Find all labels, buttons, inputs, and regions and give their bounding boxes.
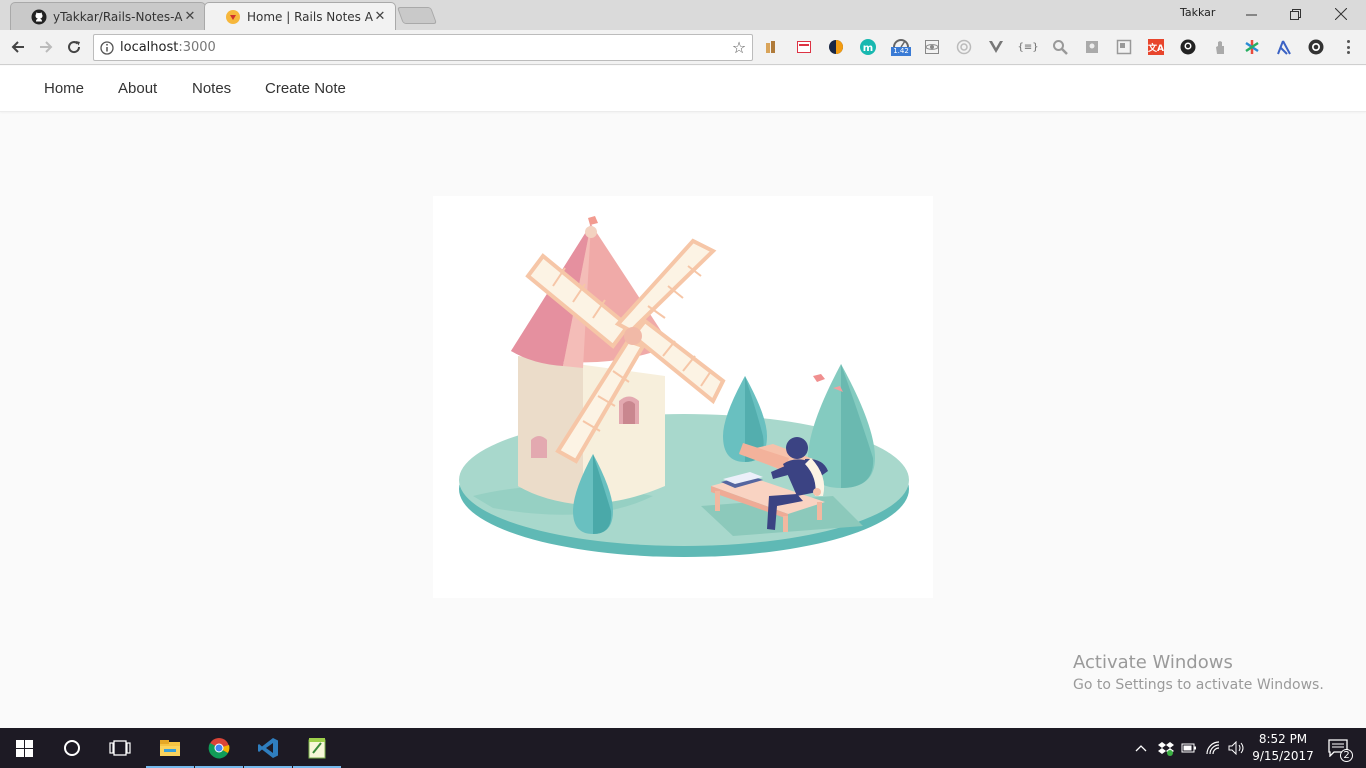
tab-close-icon[interactable]: ✕ (183, 9, 197, 24)
activate-windows-title: Activate Windows (1073, 652, 1233, 673)
extension-clipper-icon[interactable] (795, 38, 813, 56)
hero-illustration-card (433, 196, 933, 598)
tab-strip: yTakkar/Rails-Notes-App ✕ Home | Rails N… (0, 0, 1366, 30)
extension-badge: 1.42 (891, 46, 911, 56)
notification-count: 2 (1340, 749, 1353, 762)
tab-close-icon[interactable]: ✕ (373, 9, 387, 24)
wifi-icon[interactable] (1204, 728, 1222, 768)
cortana-icon[interactable] (48, 728, 96, 768)
battery-icon[interactable] (1180, 728, 1198, 768)
volume-icon[interactable] (1226, 728, 1248, 768)
notepad-plus-icon[interactable] (293, 728, 341, 768)
extension-box-icon[interactable] (1083, 38, 1101, 56)
tab-title: Home | Rails Notes App (247, 9, 373, 24)
forward-button[interactable] (35, 37, 57, 57)
extension-window-icon[interactable] (1115, 38, 1133, 56)
arrow-right-icon (40, 41, 53, 53)
extension-search-icon[interactable] (1051, 38, 1069, 56)
extension-asterisk-icon[interactable] (1243, 38, 1261, 56)
tab-rails-notes[interactable]: Home | Rails Notes App ✕ (204, 2, 396, 30)
file-explorer-icon[interactable] (146, 728, 194, 768)
extension-m-icon[interactable]: m (859, 38, 877, 56)
arrow-left-icon (11, 41, 24, 53)
extension-speed-icon[interactable]: 1.42 (891, 35, 911, 57)
extension-vue-icon[interactable] (987, 38, 1005, 56)
nav-link-about[interactable]: About (118, 80, 157, 97)
minimize-icon[interactable] (1228, 0, 1274, 28)
show-hidden-icons-icon[interactable] (1133, 728, 1149, 768)
rails-icon (225, 9, 241, 25)
extension-octocat-icon[interactable] (1307, 38, 1325, 56)
site-navbar: Home About Notes Create Note (0, 66, 1366, 112)
task-view-icon[interactable] (96, 728, 144, 768)
web-page: Home About Notes Create Note Activate Wi… (0, 66, 1366, 728)
tab-github[interactable]: yTakkar/Rails-Notes-App ✕ (10, 2, 206, 30)
restore-icon[interactable] (1272, 0, 1318, 28)
new-tab-button[interactable] (396, 7, 438, 24)
address-bar[interactable]: localhost:3000 ☆ (93, 34, 753, 61)
windows-taskbar: 8:52 PM 9/15/2017 2 (0, 728, 1366, 768)
extension-half-circle-icon[interactable] (827, 38, 845, 56)
profile-name[interactable]: Takkar (1180, 6, 1215, 19)
extension-translate-icon[interactable]: 文A (1147, 38, 1165, 56)
windows-start-icon[interactable] (0, 728, 48, 768)
back-button[interactable] (7, 37, 29, 57)
info-icon[interactable] (94, 40, 120, 55)
svg-text:m: m (863, 43, 873, 54)
action-center-icon[interactable]: 2 (1318, 728, 1358, 768)
activate-windows-subtitle: Go to Settings to activate Windows. (1073, 677, 1324, 693)
tab-title: yTakkar/Rails-Notes-App (53, 9, 183, 24)
clock-time: 8:52 PM (1258, 732, 1308, 746)
reload-button[interactable] (63, 37, 85, 57)
github-icon (31, 9, 47, 25)
clock-date: 9/15/2017 (1252, 749, 1314, 763)
nav-link-notes[interactable]: Notes (192, 80, 231, 97)
extension-hand-icon[interactable] (1211, 38, 1229, 56)
extension-stack-icon[interactable] (763, 38, 781, 56)
vscode-icon[interactable] (244, 728, 292, 768)
close-icon[interactable] (1318, 0, 1364, 28)
extension-github-icon[interactable] (1179, 38, 1197, 56)
windmill-illustration (459, 216, 909, 557)
bookmark-star-icon[interactable]: ☆ (726, 38, 752, 57)
dropbox-icon[interactable] (1156, 728, 1176, 768)
browser-menu-icon[interactable] (1343, 38, 1353, 56)
taskbar-clock[interactable]: 8:52 PM 9/15/2017 (1250, 731, 1316, 765)
extension-lambda-icon[interactable] (1275, 38, 1293, 56)
extension-json-icon[interactable]: {≡} (1017, 38, 1038, 56)
reload-icon (68, 41, 81, 54)
extension-react-icon[interactable] (923, 38, 941, 56)
chrome-icon[interactable] (195, 728, 243, 768)
nav-link-home[interactable]: Home (44, 80, 84, 97)
nav-link-create-note[interactable]: Create Note (265, 80, 346, 97)
svg-text:文A: 文A (1148, 42, 1164, 54)
browser-toolbar: localhost:3000 ☆ m 1.42 {≡} 文A (0, 30, 1366, 65)
extension-target-icon[interactable] (955, 38, 973, 56)
url-text: localhost:3000 (120, 40, 216, 55)
